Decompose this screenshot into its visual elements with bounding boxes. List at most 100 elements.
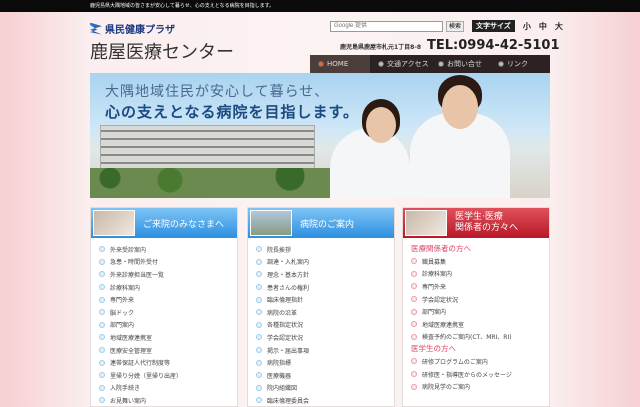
nav-label: HOME (327, 60, 349, 68)
menu-link-label: 職員募集 (422, 258, 447, 266)
menu-link-label: 掲示・届出事項 (267, 347, 310, 355)
section-heading: 医療関係者の方へ (411, 244, 471, 253)
nav-home[interactable]: HOME (310, 55, 370, 73)
menu-link-label: 病院の沿革 (267, 309, 298, 317)
menu-link-label: 検査予約のご案内(CT、MRI、RI) (422, 334, 512, 342)
hospital-header[interactable]: 病院のご案内 (248, 208, 394, 238)
menu-link[interactable]: 外来診療担当医一覧 (99, 268, 237, 281)
menu-link-label: 専門外来 (110, 297, 135, 305)
bullet-icon (411, 358, 417, 365)
search-input[interactable] (330, 20, 443, 32)
bullet-icon (256, 271, 262, 278)
menu-link[interactable]: 院長挨拶 (256, 243, 394, 256)
search-button[interactable]: 検索 (446, 20, 465, 32)
panel-title: 関係者の方々へ (455, 223, 519, 233)
font-size-large[interactable]: 大 (555, 21, 563, 32)
menu-link[interactable]: 専門外来 (99, 293, 237, 306)
nav-label: 交通アクセス (387, 60, 429, 68)
menu-link-label: 里帰り分娩（里帰り出産） (110, 372, 183, 380)
nav-label: お問い合せ (447, 60, 482, 68)
visitors-header[interactable]: ご来院のみなさまへ (91, 208, 237, 238)
bullet-icon (99, 334, 105, 341)
menu-link[interactable]: 理念・基本方針 (256, 268, 394, 281)
menu-link-label: 外来診療担当医一覧 (110, 271, 165, 279)
menu-link-label: 入院手続き (110, 385, 141, 393)
menu-link[interactable]: 学会認定状況 (256, 331, 394, 344)
font-size-small[interactable]: 小 (523, 21, 531, 32)
menu-link[interactable]: 医療安全管理室 (99, 344, 237, 357)
search-bar: 検索 文字サイズ 小 中 大 (330, 20, 563, 32)
nav-access[interactable]: 交通アクセス (370, 55, 430, 73)
menu-link[interactable]: 診療科案内 (99, 281, 237, 294)
menu-link[interactable]: 病院見学のご案内 (411, 380, 549, 393)
menu-link-label: 病院指標 (267, 360, 292, 368)
bullet-icon (411, 371, 417, 378)
menu-link[interactable]: 専門外来 (411, 280, 549, 293)
menu-link[interactable]: 入院手続き (99, 382, 237, 395)
menu-link[interactable]: 病院指標 (256, 356, 394, 369)
menu-link-label: 急患・時間外受付 (110, 259, 159, 267)
bullet-icon (99, 258, 105, 265)
menu-link-label: 各種指定状況 (267, 322, 304, 330)
bullet-icon (256, 347, 262, 354)
menu-link[interactable]: 部門案内 (411, 305, 549, 318)
menu-link[interactable]: 職員募集 (411, 255, 549, 268)
menu-link[interactable]: 患者さんの権利 (256, 281, 394, 294)
menu-link-label: 臨床倫理指針 (267, 297, 304, 305)
menu-link[interactable]: 地域医療連携室 (99, 331, 237, 344)
bullet-icon (411, 308, 417, 315)
nurse-image (330, 128, 410, 198)
bullet-icon (99, 359, 105, 366)
bullet-icon (99, 321, 105, 328)
bullet-icon (99, 296, 105, 303)
menu-link[interactable]: 検査予約のご案内(CT、MRI、RI) (411, 331, 549, 344)
menu-link-label: 院内組織図 (267, 385, 298, 393)
menu-link[interactable]: 臨床倫理委員会 (256, 394, 394, 407)
menu-link[interactable]: お見舞い案内 (99, 394, 237, 407)
section-heading: 医学生の方へ (411, 344, 456, 354)
bullet-icon (411, 258, 417, 265)
menu-link[interactable]: 各種指定状況 (256, 319, 394, 332)
font-size-medium[interactable]: 中 (539, 21, 547, 32)
phone: TEL:0994-42-5101 (427, 38, 560, 53)
menu-link[interactable]: 医療機器 (256, 369, 394, 382)
menu-link[interactable]: 診療科案内 (411, 268, 549, 281)
menu-link[interactable]: 連帯保証人代行制度等 (99, 356, 237, 369)
address: 鹿児島県鹿屋市札元1丁目8-8 (340, 44, 422, 51)
hero-banner: 大隅地域住民が安心して暮らせ、 心の支えとなる病院を目指します。 (90, 73, 550, 198)
menu-link[interactable]: 研修プログラムのご案内 (411, 355, 549, 368)
logo-sub: 県民健康プラザ (105, 25, 175, 36)
bullet-icon (411, 333, 417, 340)
nav-links[interactable]: リンク (490, 55, 550, 73)
menu-link[interactable]: 地域医療連携室 (411, 318, 549, 331)
menu-link[interactable]: 掲示・届出事項 (256, 344, 394, 357)
bullet-icon (411, 321, 417, 328)
bullet-icon (256, 372, 262, 379)
students-photo (405, 210, 447, 236)
bullet-icon (498, 61, 504, 67)
staff-photo (93, 210, 135, 236)
menu-link-label: 脳ドック (110, 309, 135, 317)
bullet-icon (99, 271, 105, 278)
bullet-icon (99, 384, 105, 391)
menu-link[interactable]: 病院の沿革 (256, 306, 394, 319)
menu-link[interactable]: 院内組織図 (256, 382, 394, 395)
menu-link[interactable]: 臨床倫理指針 (256, 293, 394, 306)
professionals-header[interactable]: 医学生·医療 関係者の方々へ (403, 208, 549, 238)
menu-link[interactable]: 学会認定状況 (411, 293, 549, 306)
logo[interactable]: 県民健康プラザ 鹿屋医療センター (90, 21, 234, 64)
professionals-panel: 医学生·医療 関係者の方々へ 医療関係者の方へ職員募集診療科案内 専門外来 学会認定状… (402, 207, 550, 407)
font-size-label: 文字サイズ (472, 20, 515, 32)
menu-link[interactable]: 部門案内 (99, 319, 237, 332)
panel-title: ご来院のみなさまへ (143, 219, 225, 230)
menu-link[interactable]: 里帰り分娩（里帰り出産） (99, 369, 237, 382)
menu-link[interactable]: 急患・時間外受付 (99, 256, 237, 269)
menu-link-label: 診療科案内 (422, 271, 453, 279)
menu-link-label: 地域医療連携室 (422, 321, 465, 329)
menu-link[interactable]: 外来受診案内 (99, 243, 237, 256)
menu-link[interactable]: 調達・入札案内 (256, 256, 394, 269)
nav-contact[interactable]: お問い合せ (430, 55, 490, 73)
bullet-icon (411, 296, 417, 303)
menu-link[interactable]: 脳ドック (99, 306, 237, 319)
menu-link[interactable]: 研修医・指導医からのメッセージ (411, 368, 549, 381)
